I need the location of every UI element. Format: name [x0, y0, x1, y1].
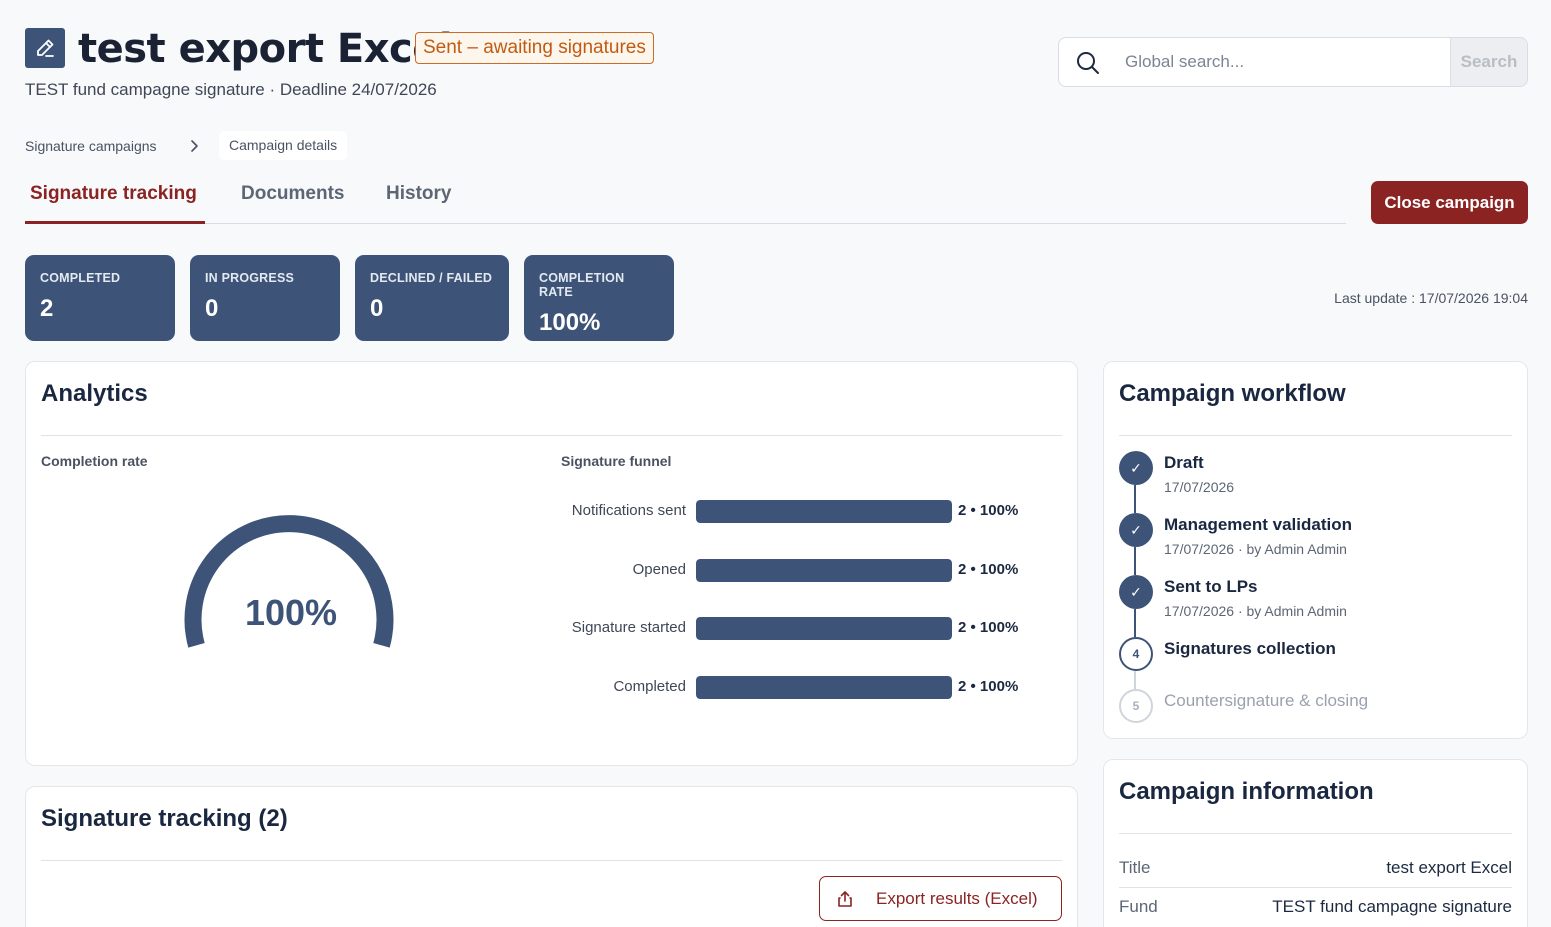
funnel-value: 2 • 100%: [958, 678, 1019, 695]
funnel-bar-fill: [696, 500, 952, 523]
funnel-bar: [696, 500, 952, 523]
workflow-step-sub: 17/07/2026 · by Admin Admin: [1164, 541, 1347, 557]
workflow-connector: [1134, 671, 1136, 689]
tab-history[interactable]: History: [386, 182, 451, 206]
stat-in-progress: IN PROGRESS 0: [190, 255, 340, 341]
stat-value: 2: [40, 295, 54, 322]
completion-rate-value: 100%: [244, 592, 338, 633]
workflow-step-title: Countersignature & closing: [1164, 691, 1369, 710]
search-input[interactable]: [1125, 38, 1445, 86]
breadcrumb-campaign-details: Campaign details: [219, 131, 348, 160]
stat-value: 0: [370, 295, 384, 322]
signature-tracking-divider: [41, 860, 1062, 861]
funnel-bar-fill: [696, 676, 952, 699]
funnel-bar-fill: [696, 617, 952, 640]
info-value: test export Excel: [1386, 857, 1512, 877]
search-icon: [1077, 52, 1099, 74]
export-results-label: Export results (Excel): [876, 888, 1038, 908]
funnel-value: 2 • 100%: [958, 619, 1019, 636]
funnel-value: 2 • 100%: [958, 561, 1019, 578]
close-campaign-button[interactable]: Close campaign: [1371, 181, 1528, 224]
stat-completed: COMPLETED 2: [25, 255, 175, 341]
check-icon: ✓: [1119, 575, 1153, 609]
signature-tracking-title: Signature tracking (2): [41, 805, 288, 832]
check-icon: ✓: [1119, 513, 1153, 547]
funnel-label: Opened: [632, 561, 686, 578]
active-tab-indicator: [25, 221, 205, 224]
info-row-title: Title test export Excel: [1119, 848, 1512, 887]
info-key: Title: [1119, 857, 1151, 877]
info-key: Fund: [1119, 896, 1158, 916]
check-icon: ✓: [1119, 451, 1153, 485]
funnel-bar: [696, 676, 952, 699]
campaign-information-title: Campaign information: [1119, 778, 1374, 805]
funnel-value: 2 • 100%: [958, 502, 1019, 519]
info-value: TEST fund campagne signature: [1272, 896, 1512, 916]
tab-documents[interactable]: Documents: [241, 182, 344, 206]
last-update: Last update : 17/07/2026 19:04: [1334, 290, 1528, 306]
tab-signature-tracking[interactable]: Signature tracking: [30, 182, 197, 206]
tabs-divider: [25, 223, 1346, 224]
info-row-fund: Fund TEST fund campagne signature: [1119, 887, 1512, 926]
campaign-pen-icon: [25, 28, 65, 68]
funnel-bar: [696, 617, 952, 640]
stat-label: IN PROGRESS: [205, 271, 295, 285]
chevron-right-icon: [191, 140, 198, 152]
export-icon: [838, 890, 852, 907]
stat-label: COMPLETION RATE: [539, 271, 625, 299]
funnel-label: Signature started: [571, 619, 686, 636]
funnel-label: Completed: [613, 678, 686, 695]
workflow-connector: [1134, 485, 1136, 513]
completion-gauge: [184, 515, 394, 648]
analytics-divider: [41, 435, 1062, 436]
funnel-bar: [696, 559, 952, 582]
workflow-title: Campaign workflow: [1119, 380, 1346, 407]
workflow-step-title: Signatures collection: [1164, 639, 1336, 658]
stat-completion-rate: COMPLETION RATE 100%: [524, 255, 674, 341]
stat-value: 0: [205, 295, 219, 322]
workflow-step-sub: 17/07/2026 · by Admin Admin: [1164, 603, 1347, 619]
stat-label: COMPLETED: [40, 271, 121, 285]
step-number-icon: 4: [1119, 637, 1153, 671]
campaign-information-divider: [1119, 833, 1512, 834]
workflow-step-sub: 17/07/2026: [1164, 479, 1235, 495]
workflow-step-title: Draft: [1164, 453, 1204, 472]
funnel-bar-fill: [696, 559, 952, 582]
analytics-title: Analytics: [41, 380, 148, 407]
workflow-step-title: Sent to LPs: [1164, 577, 1258, 596]
funnel-label: Notifications sent: [571, 502, 686, 519]
status-badge: Sent – awaiting signatures: [415, 32, 654, 64]
completion-rate-label: Completion rate: [41, 453, 148, 469]
stat-declined-failed: DECLINED / FAILED 0: [355, 255, 509, 341]
export-results-button[interactable]: Export results (Excel): [819, 876, 1062, 921]
signature-funnel-label: Signature funnel: [561, 453, 672, 469]
step-number-icon: 5: [1119, 689, 1153, 723]
workflow-step-title: Management validation: [1164, 515, 1352, 534]
page-subtitle: TEST fund campagne signature · Deadline …: [25, 80, 437, 99]
page-title: test export Excel: [78, 26, 453, 72]
stat-value: 100%: [539, 309, 601, 336]
search-button[interactable]: Search: [1450, 38, 1527, 86]
breadcrumb-signature-campaigns[interactable]: Signature campaigns: [25, 137, 157, 155]
workflow-connector: [1134, 609, 1136, 637]
global-search: Search: [1058, 37, 1528, 87]
stat-label: DECLINED / FAILED: [370, 271, 493, 285]
workflow-divider: [1119, 435, 1512, 436]
workflow-connector: [1134, 547, 1136, 575]
